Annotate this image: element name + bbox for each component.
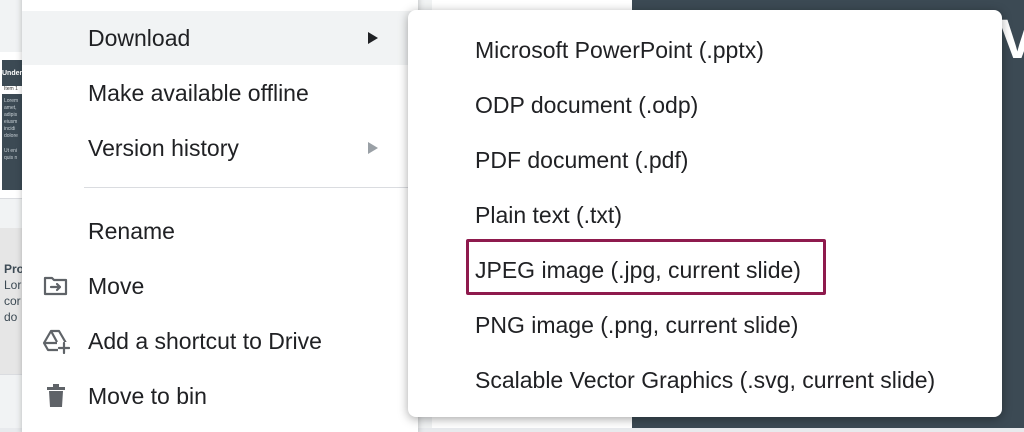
download-option-odp[interactable]: ODP document (.odp) <box>408 81 1002 129</box>
menu-divider <box>84 187 418 188</box>
slide-filmstrip: Under Item 1 Lorem amet, adipis eiusm in… <box>0 0 25 428</box>
submenu-arrow-icon <box>368 142 378 154</box>
slide-thumbnail-text: cor <box>4 294 21 308</box>
highlight-box <box>466 239 826 295</box>
trash-icon <box>42 382 70 410</box>
file-menu: Download Make available offline Version … <box>22 0 418 432</box>
menu-item-label: Move to bin <box>88 382 207 409</box>
download-option-txt[interactable]: Plain text (.txt) <box>408 191 1002 239</box>
submenu-arrow-icon <box>368 32 378 44</box>
menu-item-version-history[interactable]: Version history <box>22 121 418 175</box>
slide-thumbnail-bar-text: Item 1 <box>4 86 18 92</box>
slide-thumbnail-text: Pro <box>4 262 25 276</box>
slide-thumbnail-content: Under Item 1 Lorem amet, adipis eiusm in… <box>2 60 22 190</box>
slide-thumbnail-text: Ut eni <box>4 148 18 154</box>
download-option-pdf[interactable]: PDF document (.pdf) <box>408 136 1002 184</box>
menu-item-label: Move <box>88 272 145 299</box>
menu-item-label: Add a shortcut to Drive <box>88 327 322 354</box>
download-submenu: Microsoft PowerPoint (.pptx) ODP documen… <box>408 10 1002 417</box>
download-option-label: Scalable Vector Graphics (.svg, current … <box>475 366 936 393</box>
menu-item-move-to-bin[interactable]: Move to bin <box>22 369 418 423</box>
menu-item-download[interactable]: Download <box>22 11 418 65</box>
menu-item-add-shortcut[interactable]: Add a shortcut to Drive <box>22 314 418 368</box>
menu-item-label: Download <box>88 24 191 51</box>
slide-title-fragment: V <box>998 7 1024 70</box>
slide-thumbnail-text: incidi <box>4 126 16 132</box>
download-option-label: Microsoft PowerPoint (.pptx) <box>475 36 764 63</box>
drive-shortcut-icon <box>42 327 70 355</box>
slide-thumbnail[interactable]: Pro Lor cor do <box>0 228 25 375</box>
slide-thumbnail-text: adipis <box>4 112 18 118</box>
slide-thumbnail-text: eiusm <box>4 119 18 125</box>
download-option-label: Plain text (.txt) <box>475 201 622 228</box>
download-option-png[interactable]: PNG image (.png, current slide) <box>408 301 1002 349</box>
slide-thumbnail-bar: Item 1 <box>2 86 22 94</box>
slide-thumbnail-text: Lor <box>4 278 22 292</box>
slide-thumbnail-text: dolore <box>4 133 18 139</box>
menu-item-make-available-offline[interactable]: Make available offline <box>22 66 418 120</box>
menu-item-label: Make available offline <box>88 79 309 106</box>
folder-move-icon <box>42 272 70 300</box>
slide-thumbnail[interactable]: Under Item 1 Lorem amet, adipis eiusm in… <box>0 52 22 199</box>
download-option-label: ODP document (.odp) <box>475 91 699 118</box>
menu-item-rename[interactable]: Rename <box>22 204 418 258</box>
download-option-label: PNG image (.png, current slide) <box>475 311 799 338</box>
download-option-label: PDF document (.pdf) <box>475 146 689 173</box>
slide-thumbnail-text: do <box>4 310 18 324</box>
menu-item-label: Version history <box>88 134 239 161</box>
slide-thumbnail-text: Lorem <box>4 98 19 104</box>
menu-item-move[interactable]: Move <box>22 259 418 313</box>
download-option-pptx[interactable]: Microsoft PowerPoint (.pptx) <box>408 26 1002 74</box>
slide-thumbnail-text: amet, <box>4 105 17 111</box>
slide-thumbnail-title: Under <box>2 70 23 77</box>
slide-thumbnail-text: quis n <box>4 155 18 161</box>
download-option-svg[interactable]: Scalable Vector Graphics (.svg, current … <box>408 356 1002 404</box>
menu-item-label: Rename <box>88 217 175 244</box>
